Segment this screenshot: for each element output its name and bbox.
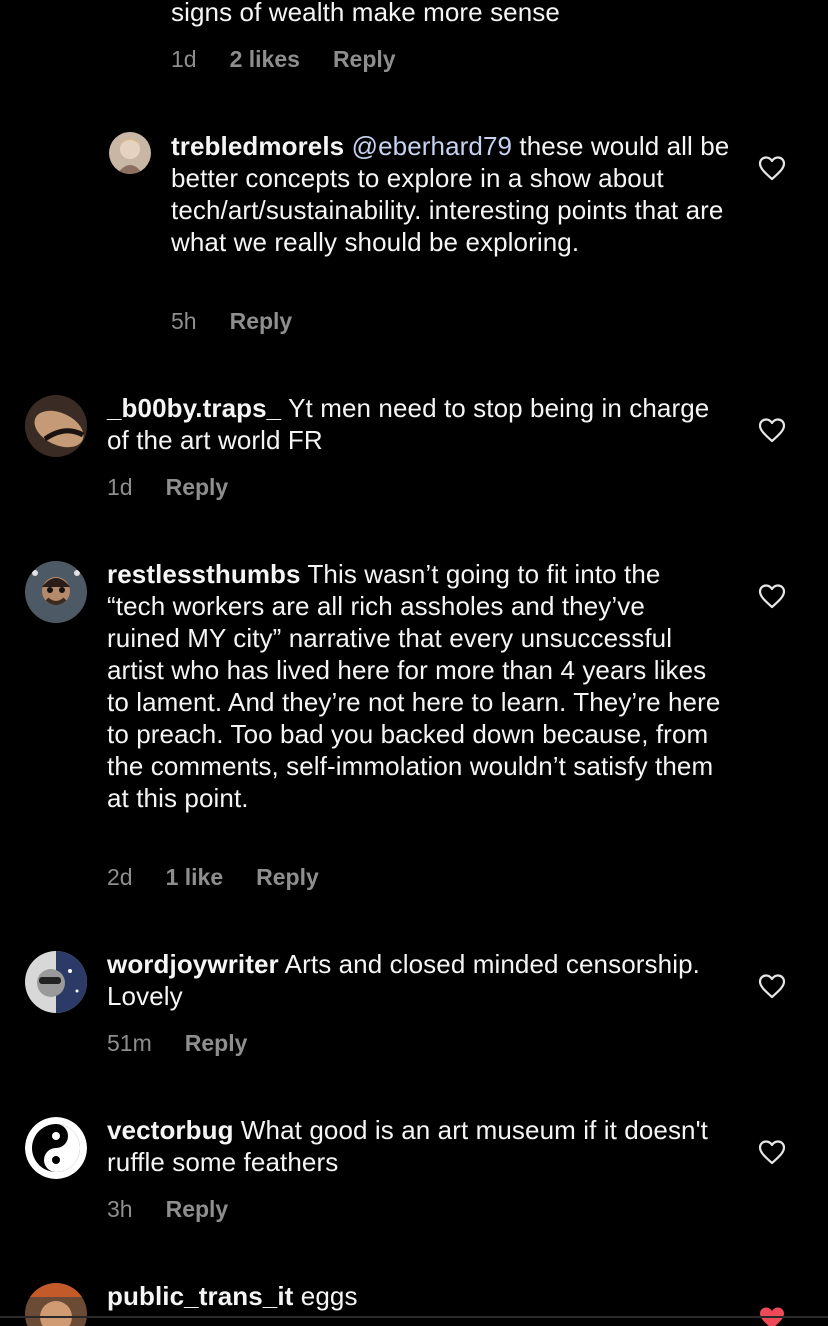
comment-meta: 2d 1 like Reply bbox=[107, 864, 352, 891]
comment-time: 1d bbox=[107, 474, 133, 500]
comment-meta: 3h Reply bbox=[107, 1196, 261, 1223]
avatar-image bbox=[25, 1283, 87, 1326]
comment-username[interactable]: _b00by.traps_ bbox=[107, 393, 281, 423]
heart-outline-icon[interactable] bbox=[758, 973, 786, 999]
avatar-image bbox=[25, 395, 87, 457]
comment-time: 5h bbox=[171, 308, 197, 334]
comment-meta: 5h Reply bbox=[171, 308, 325, 335]
reply-button[interactable]: Reply bbox=[333, 46, 396, 73]
comment-text: _b00by.traps_ Yt men need to stop being … bbox=[107, 392, 722, 456]
avatar-image bbox=[25, 951, 87, 1013]
comment-username[interactable]: public_trans_it bbox=[107, 1281, 293, 1311]
comment-time: 51m bbox=[107, 1030, 152, 1056]
reply-button[interactable]: Reply bbox=[230, 308, 293, 335]
comment-username[interactable]: restlessthumbs bbox=[107, 559, 301, 589]
comment-meta: 51m Reply bbox=[107, 1030, 280, 1057]
avatar[interactable] bbox=[25, 1117, 87, 1179]
bottom-divider bbox=[0, 1316, 828, 1318]
reply-button[interactable]: Reply bbox=[185, 1030, 248, 1057]
heart-outline-icon[interactable] bbox=[758, 1139, 786, 1165]
avatar[interactable] bbox=[25, 561, 87, 623]
comments-screen: signs of wealth make more sense 1d 2 lik… bbox=[0, 0, 828, 1326]
comment-likes-link[interactable]: 1 like bbox=[166, 864, 224, 891]
comment-likes-link[interactable]: 2 likes bbox=[230, 46, 300, 73]
comment-text: wordjoywriter Arts and closed minded cen… bbox=[107, 948, 722, 1012]
avatar[interactable] bbox=[25, 1283, 87, 1326]
comment-mention[interactable]: @eberhard79 bbox=[352, 131, 513, 161]
avatar[interactable] bbox=[109, 132, 151, 174]
comment-username[interactable]: wordjoywriter bbox=[107, 949, 279, 979]
avatar-image bbox=[25, 561, 87, 623]
comment-username[interactable]: trebledmorels bbox=[171, 131, 344, 161]
reply-button[interactable]: Reply bbox=[166, 474, 229, 501]
comment-username[interactable]: vectorbug bbox=[107, 1115, 234, 1145]
comment-body: This wasn’t going to fit into the “tech … bbox=[107, 559, 721, 813]
heart-outline-icon[interactable] bbox=[758, 417, 786, 443]
comment-text: trebledmorels @eberhard79 these would al… bbox=[171, 130, 786, 258]
comment-time: 2d bbox=[107, 864, 133, 890]
reply-button[interactable]: Reply bbox=[166, 1196, 229, 1223]
comment-body: eggs bbox=[293, 1281, 358, 1311]
avatar[interactable] bbox=[25, 951, 87, 1013]
comment-meta: 1d Reply bbox=[107, 474, 261, 501]
comment-text: restlessthumbs This wasn’t going to fit … bbox=[107, 558, 722, 814]
comment-text: signs of wealth make more sense bbox=[171, 0, 560, 27]
comment-text: vectorbug What good is an art museum if … bbox=[107, 1114, 722, 1178]
avatar[interactable] bbox=[25, 395, 87, 457]
comment-text: public_trans_it eggs bbox=[107, 1280, 722, 1312]
avatar-image bbox=[109, 132, 151, 174]
comment-time: 3h bbox=[107, 1196, 133, 1222]
heart-outline-icon[interactable] bbox=[758, 155, 786, 181]
avatar-image bbox=[25, 1117, 87, 1179]
reply-button[interactable]: Reply bbox=[256, 864, 319, 891]
comment-meta: 1d 2 likes Reply bbox=[171, 46, 429, 73]
heart-outline-icon[interactable] bbox=[758, 583, 786, 609]
comment-time: 1d bbox=[171, 46, 197, 72]
